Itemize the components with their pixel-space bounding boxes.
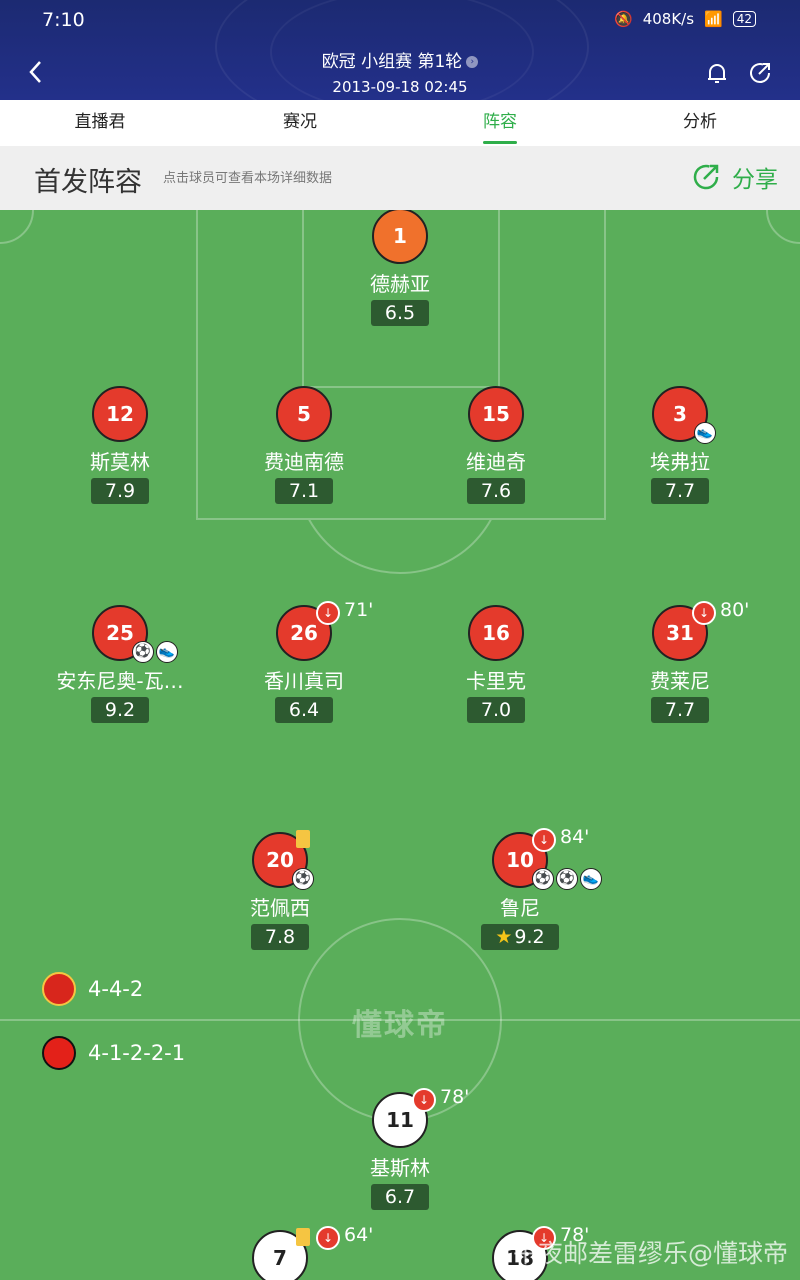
battery-indicator: 42 — [732, 11, 756, 27]
wifi-icon: 📶 — [704, 10, 723, 28]
sub-time: 71' — [344, 599, 374, 621]
tab-lineup[interactable]: 阵容 — [400, 100, 600, 146]
player-rating: 7.1 — [274, 478, 334, 504]
sub-off-icon: ↓ — [316, 601, 340, 625]
network-speed: 408K/s — [642, 10, 695, 28]
player-rating: 7.9 — [90, 478, 150, 504]
sub-off-icon: ↓ — [532, 828, 556, 852]
status-time: 7:10 — [42, 9, 85, 31]
player-rating: 7.6 — [466, 478, 526, 504]
sub-off-icon: ↓ — [316, 1226, 340, 1250]
assist-boot-icon: 👟 — [580, 868, 602, 890]
player-20[interactable]: 20 ⚽ 范佩西 7.8 — [190, 830, 370, 950]
player-rating: 9.2 — [90, 697, 150, 723]
player-rating: 7.0 — [466, 697, 526, 723]
player-rating: 6.5 — [370, 300, 430, 326]
player-name: 维迪奇 — [466, 450, 526, 474]
tab-live[interactable]: 直播君 — [0, 100, 200, 146]
player-name: 香川真司 — [264, 669, 344, 693]
player-number: 5 — [276, 386, 332, 442]
goal-ball-icon: ⚽ — [532, 868, 554, 890]
player-name: 埃弗拉 — [650, 450, 710, 474]
pitch: 懂球帝 1 德赫亚 6.5 12 斯莫林 7.9 5 费迪南德 7.1 15 维… — [0, 210, 800, 1280]
player-name: 卡里克 — [466, 669, 526, 693]
chevron-right-icon: › — [466, 56, 479, 68]
sub-off-icon: ↓ — [412, 1088, 436, 1112]
match-datetime: 2013-09-18 02:45 — [332, 78, 468, 96]
player-rating: 6.4 — [274, 697, 334, 723]
goal-ball-icon: ⚽ — [132, 641, 154, 663]
share-icon — [693, 164, 719, 190]
corner-watermark: 午夜邮差雷缪乐@懂球帝 — [512, 1239, 788, 1268]
sub-time: 78' — [440, 1086, 470, 1108]
player-15[interactable]: 15 维迪奇 7.6 — [406, 386, 586, 504]
player-number: 1 — [372, 210, 428, 264]
section-hint: 点击球员可查看本场详细数据 — [163, 171, 333, 186]
player-31[interactable]: 31 ↓ 80' 费莱尼 7.7 — [590, 599, 770, 723]
player-16[interactable]: 16 卡里克 7.0 — [406, 605, 586, 723]
goal-ball-icon: ⚽ — [556, 868, 578, 890]
player-rating: 6.7 — [370, 1184, 430, 1210]
away-formation: 4-1-2-2-1 — [42, 1036, 185, 1070]
player-10[interactable]: 10 ↓ 84' ⚽ ⚽ 👟 鲁尼 ★ 9.2 — [430, 826, 610, 950]
match-title[interactable]: 欧冠 小组赛 第1轮 › — [0, 47, 800, 72]
player-12[interactable]: 12 斯莫林 7.9 — [30, 386, 210, 504]
tab-bar: 直播君 赛况 阵容 分析 — [0, 100, 800, 146]
player-rating: 7.7 — [650, 697, 710, 723]
player-3[interactable]: 3 👟 埃弗拉 7.7 — [590, 386, 770, 504]
player-number: 12 — [92, 386, 148, 442]
player-rating: 7.7 — [650, 478, 710, 504]
section-title: 首发阵容 — [34, 167, 142, 198]
tab-match-status[interactable]: 赛况 — [200, 100, 400, 146]
mute-icon: 🔕 — [614, 10, 633, 28]
yellow-card-icon — [296, 1228, 310, 1246]
player-name: 范佩西 — [250, 896, 310, 920]
player-name: 德赫亚 — [370, 272, 430, 296]
match-header: 7:10 🔕 408K/s 📶 42 欧冠 小组赛 第1轮 › 2013-09-1… — [0, 0, 800, 100]
player-7[interactable]: 7 ↓ 64' — [190, 1224, 373, 1280]
assist-boot-icon: 👟 — [156, 641, 178, 663]
share-button[interactable]: 分享 — [690, 160, 778, 194]
player-name: 安东尼奥-瓦… — [56, 669, 184, 693]
player-26[interactable]: 26 ↓ 71' 香川真司 6.4 — [214, 599, 394, 723]
tab-analysis[interactable]: 分析 — [600, 100, 800, 146]
goal-ball-icon: ⚽ — [292, 868, 314, 890]
player-rating: ★ 9.2 — [481, 924, 559, 950]
home-team-crest-icon — [42, 972, 76, 1006]
player-11[interactable]: 11 ↓ 78' 基斯林 6.7 — [310, 1086, 490, 1210]
away-team-crest-icon — [42, 1036, 76, 1070]
player-name: 费莱尼 — [650, 669, 710, 693]
share-arrow-icon[interactable] — [747, 60, 773, 86]
star-icon: ★ — [495, 926, 513, 948]
player-number: 16 — [468, 605, 524, 661]
sub-off-icon: ↓ — [692, 601, 716, 625]
bell-icon[interactable] — [704, 60, 730, 86]
sub-time: 84' — [560, 826, 590, 848]
player-rating: 7.8 — [250, 924, 310, 950]
yellow-card-icon — [296, 830, 310, 848]
status-bar: 7:10 🔕 408K/s 📶 42 — [0, 0, 800, 40]
player-25[interactable]: 25 ⚽ 👟 安东尼奥-瓦… 9.2 — [30, 605, 210, 723]
sub-time: 64' — [344, 1224, 374, 1246]
player-name: 斯莫林 — [90, 450, 150, 474]
player-name: 基斯林 — [370, 1156, 430, 1180]
assist-boot-icon: 👟 — [694, 422, 716, 444]
player-name: 鲁尼 — [500, 896, 540, 920]
player-5[interactable]: 5 费迪南德 7.1 — [214, 386, 394, 504]
sub-time: 80' — [720, 599, 750, 621]
player-name: 费迪南德 — [264, 450, 344, 474]
lineup-section-header: 首发阵容 点击球员可查看本场详细数据 分享 — [0, 146, 800, 210]
home-formation: 4-4-2 — [42, 972, 143, 1006]
player-number: 15 — [468, 386, 524, 442]
player-1[interactable]: 1 德赫亚 6.5 — [310, 210, 490, 326]
